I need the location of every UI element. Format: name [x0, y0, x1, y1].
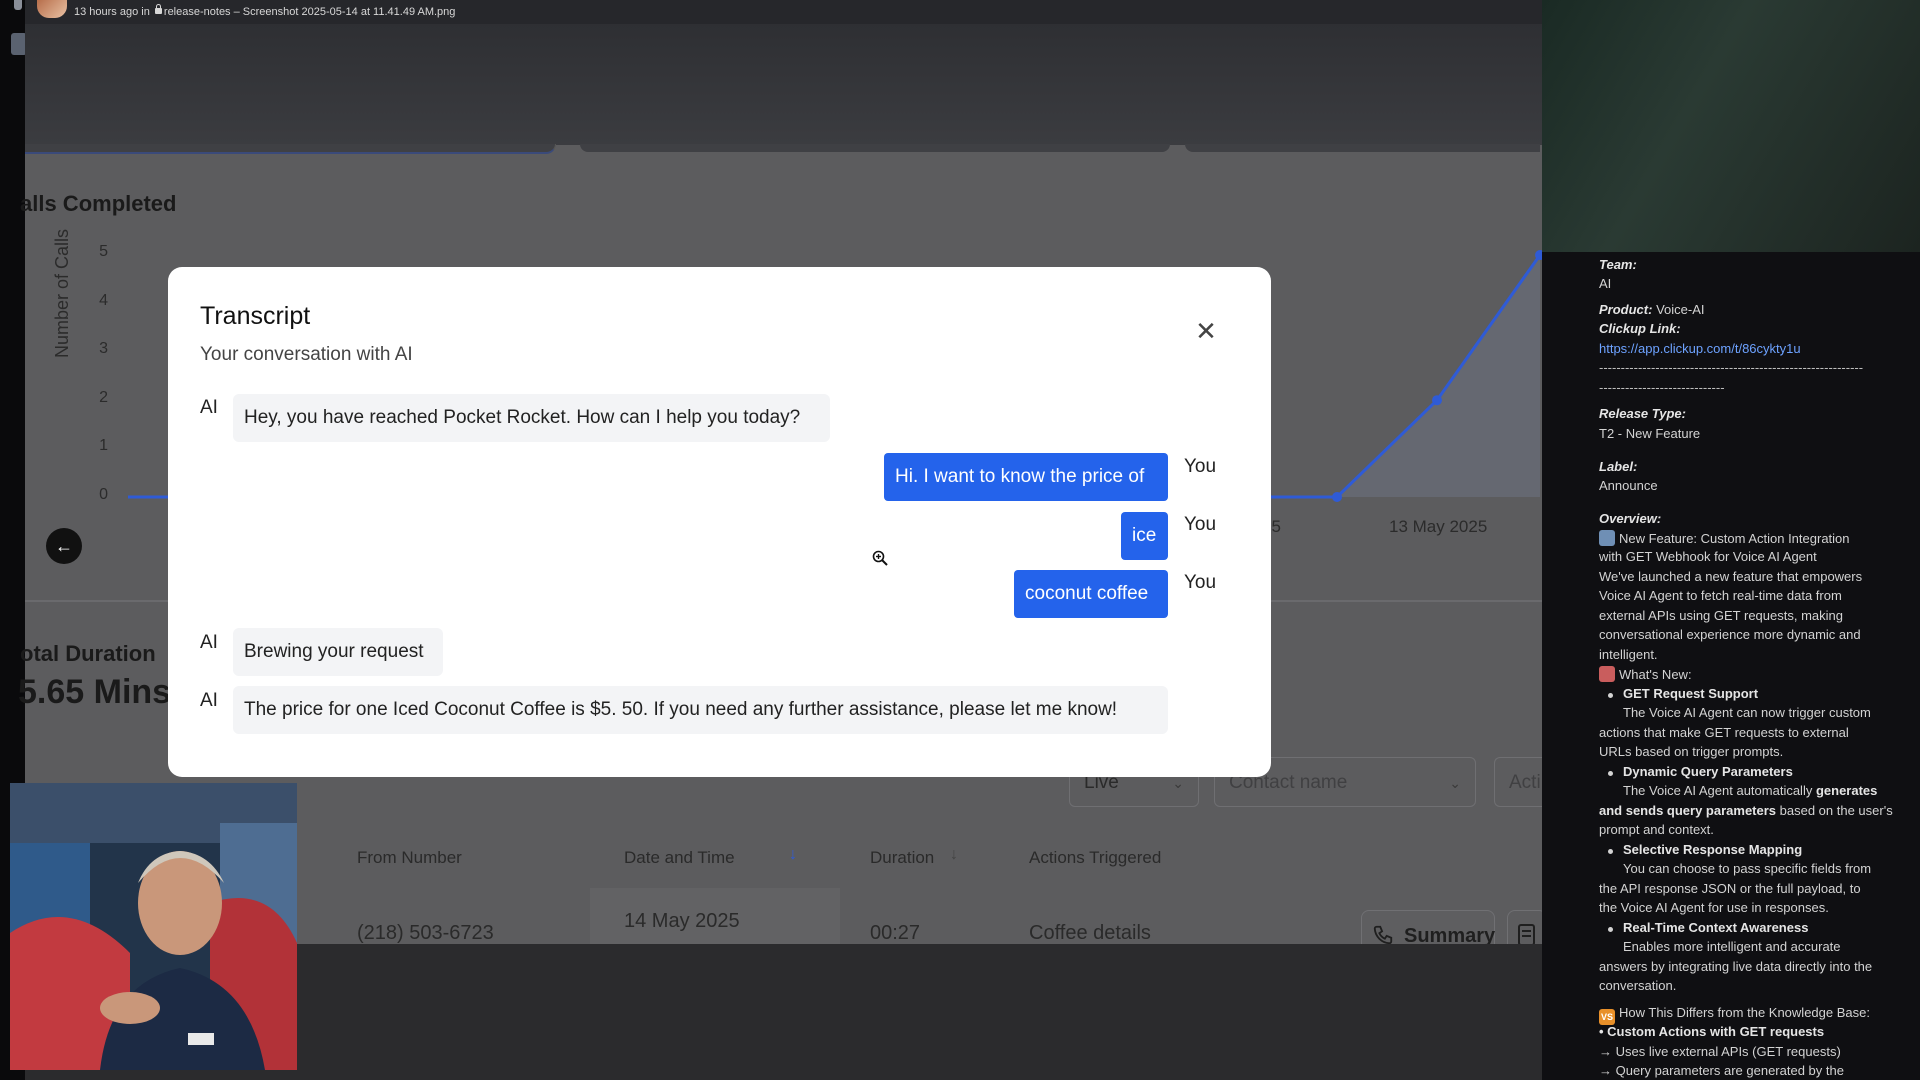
blurred-header	[1542, 0, 1920, 252]
feature-line: answers by integrating live data directl…	[1599, 959, 1873, 974]
clickup-label: Clickup Link:	[1599, 321, 1681, 336]
speaker-label: AI	[200, 632, 218, 653]
total-duration-title: otal Duration	[20, 641, 156, 666]
bullet-icon	[1608, 927, 1613, 932]
label-label: Label:	[1599, 459, 1638, 474]
speaker-label: You	[1184, 572, 1217, 593]
cell-from-number: (218) 503-6723	[357, 922, 494, 944]
sort-desc-icon[interactable]: ↓	[789, 846, 797, 864]
bullet-icon	[1608, 849, 1613, 854]
release-type-value: T2 - New Feature	[1599, 426, 1701, 441]
arrow-line: → Uses live external APIs (GET requests)	[1599, 1044, 1841, 1059]
whats-new-heading: What's New:	[1619, 667, 1692, 682]
modal-title: Transcript	[200, 302, 311, 330]
product-label: Product:	[1599, 302, 1653, 317]
arrow-line: → Query parameters are generated by the	[1599, 1063, 1844, 1078]
divider-text: ----------------------------------------…	[1599, 360, 1864, 375]
speaker-label: You	[1184, 456, 1217, 477]
refresh-emoji-icon	[1599, 530, 1615, 546]
feature-line: Enables more intelligent and accurate	[1623, 939, 1841, 954]
feature-line: URLs based on trigger prompts.	[1599, 744, 1784, 759]
vs-emoji-icon: VS	[1599, 1009, 1615, 1025]
modal-subtitle: Your conversation with AI	[200, 344, 413, 365]
cell-duration: 00:27	[870, 922, 921, 944]
presenter-video-image	[10, 783, 297, 1070]
col-header-duration[interactable]: Duration	[870, 848, 934, 868]
action-select-placeholder: Acti	[1509, 772, 1541, 793]
release-notes-panel: Team: AI Product: Voice-AI Clickup Link:…	[1542, 0, 1920, 1080]
feature-line: conversation.	[1599, 978, 1677, 993]
cell-date: 14 May 2025	[624, 910, 740, 932]
webcam-video	[10, 783, 297, 1070]
col-header-from-number[interactable]: From Number	[357, 848, 462, 868]
back-button[interactable]: ←	[46, 528, 82, 564]
speaker-label: You	[1184, 514, 1217, 535]
rocket-emoji-icon	[1599, 666, 1615, 682]
overview-label: Overview:	[1599, 511, 1662, 526]
overview-line: intelligent.	[1599, 647, 1658, 662]
col-header-actions-triggered[interactable]: Actions Triggered	[1029, 848, 1161, 868]
feature-line: The Voice AI Agent can now trigger custo…	[1623, 705, 1871, 720]
label-value: Announce	[1599, 478, 1658, 493]
product-value: Voice-AI	[1656, 302, 1705, 317]
feature-bold: and sends query parameters	[1599, 803, 1777, 818]
data-point[interactable]	[1432, 395, 1442, 406]
feature-line: The Voice AI Agent automatically	[1623, 783, 1816, 798]
sort-icon[interactable]: ↓	[950, 846, 958, 864]
divider-text: -----------------------------	[1599, 380, 1725, 395]
overview-line: external APIs using GET requests, making	[1599, 608, 1843, 623]
col-header-date-time[interactable]: Date and Time	[624, 848, 735, 868]
message-user: ice	[1121, 512, 1168, 560]
feature-title: Selective Response Mapping	[1623, 842, 1803, 857]
message-user: Hi. I want to know the price of	[884, 453, 1168, 501]
feature-line: based on the user's	[1776, 803, 1893, 818]
data-point[interactable]	[1332, 492, 1342, 502]
bullet-icon	[1608, 693, 1613, 698]
overview-line: Voice AI Agent to fetch real-time data f…	[1599, 588, 1842, 603]
close-icon[interactable]: ✕	[1193, 318, 1219, 344]
feature-line: You can choose to pass specific fields f…	[1623, 861, 1872, 876]
team-value: AI	[1599, 276, 1612, 291]
feature-bold: generates	[1815, 783, 1878, 798]
message-ai: Brewing your request	[233, 628, 443, 676]
message-user: coconut coffee	[1014, 570, 1168, 618]
arrow-left-icon: ←	[55, 536, 73, 556]
clickup-link[interactable]: https://app.clickup.com/t/86cykty1u	[1599, 341, 1801, 356]
overview-line: conversational experience more dynamic a…	[1599, 627, 1861, 642]
x-tick-label: 13 May 2025	[1389, 517, 1488, 536]
zoom-in-cursor-icon	[872, 550, 888, 566]
feature-line: prompt and context.	[1599, 822, 1714, 837]
differs-heading: How This Differs from the Knowledge Base…	[1619, 1005, 1870, 1020]
overview-line: with GET Webhook for Voice AI Agent	[1599, 549, 1817, 564]
feature-title: GET Request Support	[1623, 686, 1759, 701]
message-ai: The price for one Iced Coconut Coffee is…	[233, 686, 1168, 734]
action-select[interactable]: Acti	[1494, 757, 1542, 807]
feature-title: Real-Time Context Awareness	[1623, 920, 1809, 935]
cell-actions: Coffee details	[1029, 922, 1151, 944]
chevron-down-icon: ⌄	[1449, 775, 1461, 791]
bullet-icon	[1608, 771, 1613, 776]
feature-title: Dynamic Query Parameters	[1623, 764, 1793, 779]
chart-area-fill	[1337, 255, 1540, 497]
team-label: Team:	[1599, 257, 1637, 272]
feature-line: actions that make GET requests to extern…	[1599, 725, 1849, 740]
phone-icon	[1373, 925, 1393, 945]
speaker-label: AI	[200, 690, 218, 711]
overview-line: We've launched a new feature that empowe…	[1599, 569, 1863, 584]
release-type-label: Release Type:	[1599, 406, 1686, 421]
custom-actions-line: • Custom Actions with GET requests	[1599, 1024, 1825, 1039]
total-duration-value: 5.65 Mins	[18, 673, 172, 711]
feature-line: the API response JSON or the full payloa…	[1599, 881, 1861, 896]
message-ai: Hey, you have reached Pocket Rocket. How…	[233, 394, 830, 442]
overview-line: New Feature: Custom Action Integration	[1619, 531, 1850, 546]
feature-line: the Voice AI Agent for use in responses.	[1599, 900, 1829, 915]
speaker-label: AI	[200, 397, 218, 418]
